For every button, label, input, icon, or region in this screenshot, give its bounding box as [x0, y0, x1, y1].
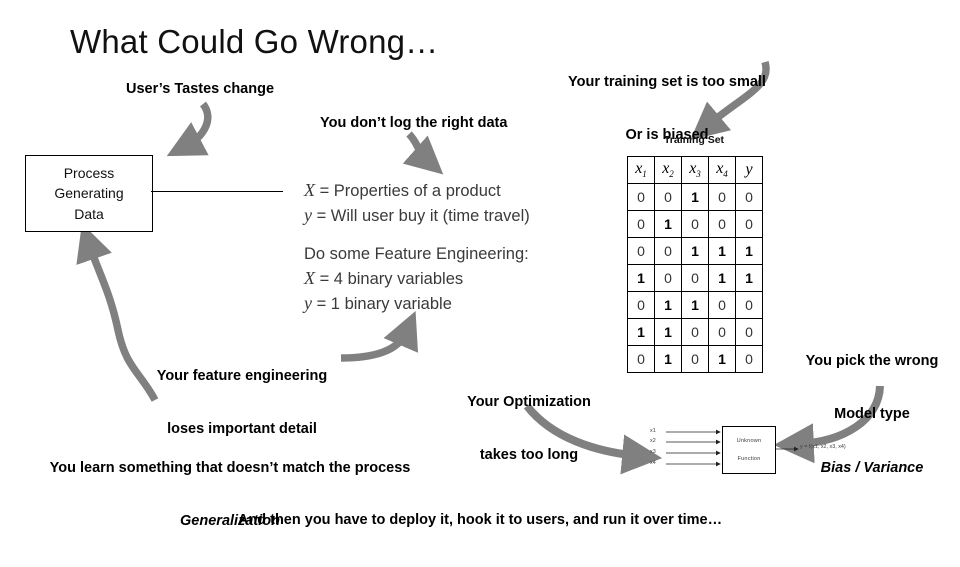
bottom-caption: And then you have to deploy it, hook it … — [237, 512, 723, 528]
table-cell: 0 — [627, 291, 655, 319]
equation-variable: X — [304, 180, 315, 200]
annotation-optimization-line2: takes too long — [479, 447, 579, 464]
table-cell: 1 — [627, 264, 655, 292]
table-cell: 0 — [735, 183, 763, 211]
feature-equation-line-0: X = 4 binary variables — [304, 266, 529, 291]
table-header-y: y — [735, 156, 763, 184]
mini-input-x2: x2 — [650, 438, 656, 444]
table-cell: 0 — [708, 318, 736, 346]
table-cell: 0 — [708, 291, 736, 319]
annotation-optimization: Your Optimization takes too long — [440, 359, 618, 501]
table-cell: 1 — [708, 264, 736, 292]
table-cell: 1 — [654, 318, 682, 346]
table-cell: 1 — [735, 264, 763, 292]
annotation-optimization-line1: Your Optimization — [467, 394, 591, 411]
equation-block-feature-engineering: Do some Feature Engineering: X = 4 binary… — [304, 243, 529, 315]
annotation-log-data: You don’t log the right data — [320, 115, 508, 131]
equation-variable: X — [304, 267, 315, 288]
table-row: 01100 — [627, 291, 763, 319]
table-cell: 0 — [735, 345, 763, 373]
mini-input-x4: x4 — [650, 460, 656, 466]
table-row: 10011 — [627, 264, 763, 292]
table-header-x4: x4 — [708, 156, 736, 184]
table-cell: 1 — [627, 318, 655, 346]
equation-block-definitions: X = Properties of a product y = Will user… — [304, 178, 530, 228]
unknown-function-box-line1: Unknown — [736, 438, 762, 445]
process-connector-line — [151, 191, 283, 192]
annotation-generalization-line1: You learn something that doesn’t match t… — [49, 460, 411, 477]
equation-text: = Will user buy it (time travel) — [312, 206, 530, 225]
table-cell: 0 — [654, 183, 682, 211]
process-box-line2: Generating — [54, 185, 124, 202]
equation-line-1: y = Will user buy it (time travel) — [304, 203, 530, 228]
table-cell: 1 — [681, 291, 709, 319]
unknown-function-box: Unknown Function — [722, 426, 776, 474]
table-cell: 0 — [627, 210, 655, 238]
table-cell: 1 — [654, 291, 682, 319]
arrow-log-data — [402, 131, 444, 175]
table-cell: 0 — [735, 291, 763, 319]
table-row: 00100 — [627, 183, 763, 211]
mini-input-x3: x3 — [650, 449, 656, 455]
training-set-table: x1 x2 x3 x4 y 001000100000111100110110011000… — [627, 156, 763, 373]
table-cell: 1 — [681, 183, 709, 211]
table-header-x2: x2 — [654, 156, 682, 184]
process-generating-data-box: Process Generating Data — [25, 155, 153, 232]
equation-variable: y — [304, 204, 312, 225]
annotation-generalization: You learn something that doesn’t match t… — [30, 425, 430, 567]
equation-text: = 1 binary variable — [312, 294, 452, 313]
table-header-x3: x3 — [681, 156, 709, 184]
table-cell: 0 — [708, 183, 736, 211]
table-cell: 0 — [735, 318, 763, 346]
table-row: 01010 — [627, 345, 763, 373]
page-title: What Could Go Wrong… — [70, 23, 439, 60]
process-box-line3: Data — [74, 205, 104, 222]
annotation-users-tastes: User’s Tastes change — [126, 81, 275, 97]
table-header-row: x1 x2 x3 x4 y — [627, 156, 763, 184]
arrow-users-tastes — [166, 101, 212, 157]
table-cell: 0 — [654, 237, 682, 265]
table-cell: 0 — [681, 264, 709, 292]
mini-output-label: y = f(x1, x2, x3, x4) — [800, 444, 846, 450]
table-cell: 0 — [627, 237, 655, 265]
feature-equation-line-1: y = 1 binary variable — [304, 291, 529, 316]
table-cell: 0 — [627, 345, 655, 373]
equation-line-0: X = Properties of a product — [304, 178, 530, 203]
equation-variable: y — [304, 292, 312, 313]
table-row: 01000 — [627, 210, 763, 238]
training-set-label: Training Set — [663, 134, 725, 146]
table-cell: 1 — [654, 210, 682, 238]
table-cell: 0 — [735, 210, 763, 238]
table-cell: 1 — [681, 237, 709, 265]
table-cell: 1 — [735, 237, 763, 265]
table-cell: 0 — [708, 210, 736, 238]
table-cell: 0 — [654, 264, 682, 292]
process-box-line1: Process — [63, 165, 115, 182]
table-cell: 1 — [708, 345, 736, 373]
table-row: 11000 — [627, 318, 763, 346]
table-cell: 0 — [681, 345, 709, 373]
equation-text: = Properties of a product — [315, 182, 501, 200]
annotation-model-type-line1: You pick the wrong — [805, 353, 939, 370]
table-cell: 0 — [681, 210, 709, 238]
unknown-function-diagram: x1 x2 x3 x4 Unknown Function y = f(x1, x… — [648, 420, 888, 492]
annotation-feature-engineering-line1: Your feature engineering — [156, 368, 328, 385]
unknown-function-box-line2: Function — [737, 455, 761, 462]
feature-engineering-heading: Do some Feature Engineering: — [304, 245, 529, 263]
table-cell: 0 — [627, 183, 655, 211]
arrow-feature-engineering — [340, 311, 419, 362]
slide-canvas: What Could Go Wrong… User’s Tastes chang… — [0, 0, 960, 540]
table-header-x1: x1 — [627, 156, 655, 184]
annotation-training-set-small-line1: Your training set is too small — [568, 74, 766, 91]
table-cell: 1 — [708, 237, 736, 265]
equation-text: = 4 binary variables — [315, 269, 464, 288]
mini-input-x1: x1 — [650, 428, 656, 434]
table-cell: 1 — [654, 345, 682, 373]
table-row: 00111 — [627, 237, 763, 265]
table-cell: 0 — [681, 318, 709, 346]
